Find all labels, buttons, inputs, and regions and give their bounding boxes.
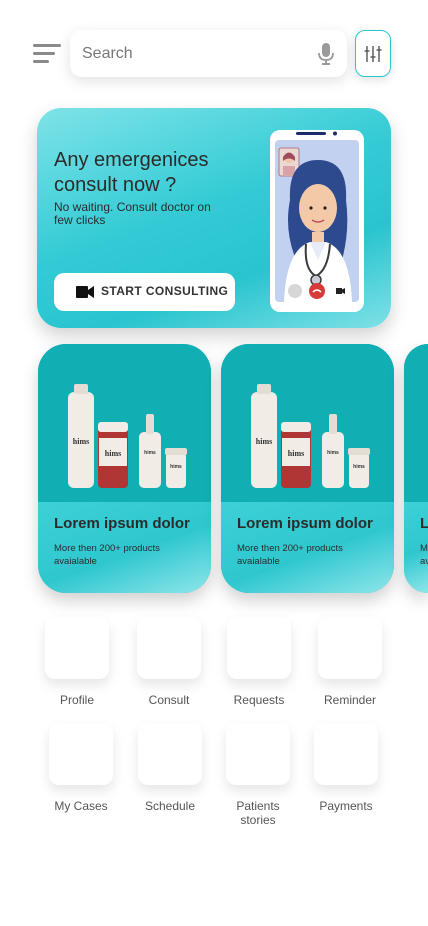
quick-action-label: My Cases <box>54 799 108 813</box>
quick-action-label: Reminder <box>323 693 377 707</box>
product-image: hims hims hims hims <box>38 344 211 502</box>
quick-action-label: Payments <box>319 799 373 813</box>
product-image <box>404 344 428 502</box>
svg-text:hims: hims <box>144 450 156 456</box>
quick-action-label: Requests <box>233 693 285 707</box>
product-subtitle: More then 200+ products avaialable <box>420 543 428 567</box>
quick-action-label: Consult <box>148 693 190 707</box>
my-cases-tile <box>49 723 113 785</box>
svg-text:hims: hims <box>288 449 304 458</box>
quick-action-label: Patients stories <box>236 799 280 827</box>
quick-action-reminder[interactable]: Reminder <box>305 617 395 707</box>
reminder-tile <box>318 617 382 679</box>
quick-action-patients-stories[interactable]: Patients stories <box>213 723 303 827</box>
banner-title: Any emergenices consult now ? <box>54 149 209 196</box>
quick-action-my-cases[interactable]: My Cases <box>36 723 126 813</box>
start-consulting-label: START CONSULTING <box>101 284 229 298</box>
product-subtitle: More then 200+ products avaialable <box>54 543 160 567</box>
patients-stories-tile <box>226 723 290 785</box>
quick-action-profile[interactable]: Profile <box>32 617 122 707</box>
quick-action-consult[interactable]: Consult <box>124 617 214 707</box>
schedule-tile <box>138 723 202 785</box>
product-title: Lorem ipsum dolor <box>54 515 190 532</box>
product-card[interactable]: hims hims hims hims Lorem ipsum dolor Mo… <box>38 344 211 593</box>
video-camera-icon <box>76 286 94 298</box>
product-image: hims hims hims hims <box>221 344 394 502</box>
product-title: Lorem ipsum dolor <box>420 515 428 532</box>
menu-line <box>33 60 49 63</box>
product-card[interactable]: hims hims hims hims Lorem ipsum dolor Mo… <box>221 344 394 593</box>
banner-subtitle: No waiting. Consult doctor on few clicks <box>54 200 211 227</box>
product-title: Lorem ipsum dolor <box>237 515 373 532</box>
consult-tile <box>137 617 201 679</box>
menu-line <box>33 52 55 55</box>
quick-action-label: Profile <box>59 693 94 707</box>
svg-text:hims: hims <box>105 449 121 458</box>
consult-banner: Any emergenices consult now ? No waiting… <box>37 108 391 328</box>
quick-action-schedule[interactable]: Schedule <box>125 723 215 813</box>
quick-action-label: Schedule <box>144 799 196 813</box>
search-input[interactable] <box>82 30 302 77</box>
svg-text:hims: hims <box>170 464 182 470</box>
quick-action-payments[interactable]: Payments <box>301 723 391 813</box>
svg-text:hims: hims <box>353 464 365 470</box>
svg-text:hims: hims <box>327 450 339 456</box>
sliders-icon <box>364 46 382 62</box>
profile-tile <box>45 617 109 679</box>
payments-tile <box>314 723 378 785</box>
product-subtitle: More then 200+ products avaialable <box>237 543 343 567</box>
quick-action-requests[interactable]: Requests <box>214 617 304 707</box>
requests-tile <box>227 617 291 679</box>
product-card[interactable]: Lorem ipsum dolor More then 200+ product… <box>404 344 428 593</box>
search-bar <box>70 30 347 77</box>
phone-illustration <box>270 130 364 312</box>
svg-text:hims: hims <box>256 437 272 446</box>
doctor-video-call-illustration <box>275 131 359 302</box>
menu-line <box>33 44 61 47</box>
menu-icon[interactable] <box>33 44 63 64</box>
product-brand-label: hims <box>73 437 89 446</box>
microphone-icon[interactable] <box>317 43 335 65</box>
filter-button[interactable] <box>355 30 391 77</box>
start-consulting-button[interactable]: START CONSULTING <box>54 273 235 311</box>
